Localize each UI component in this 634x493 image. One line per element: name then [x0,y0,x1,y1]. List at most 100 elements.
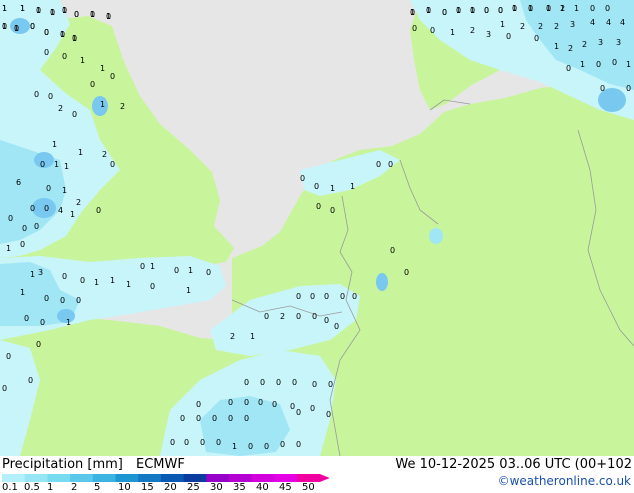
value-label: 0 [590,4,595,13]
value-label: 2 [58,104,63,113]
value-label: 0 [430,26,435,35]
value-label: 0 [34,222,39,231]
value-label: 1 [36,6,41,15]
value-label: 4 [620,18,625,27]
colorbar-segment [2,474,26,482]
colorbar-arrow [319,474,330,482]
value-label: 0 [34,90,39,99]
colorbar-segment [138,474,162,482]
colorbar-tick-label: 1 [47,482,54,493]
value-label: 0 [324,316,329,325]
model-name: ECMWF [136,457,185,472]
colorbar-tick-label: 10 [118,482,131,493]
value-label: 0 [28,376,33,385]
value-label: 0 [272,400,277,409]
value-label: 0 [260,378,265,387]
value-label: 0 [258,398,263,407]
value-label: 1 [72,34,77,43]
value-label: 0 [20,240,25,249]
value-label: 0 [196,414,201,423]
value-label: 1 [232,442,237,451]
value-label: 0 [512,4,517,13]
value-label: 0 [546,4,551,13]
value-label: 1 [106,12,111,21]
value-label: 0 [140,262,145,271]
value-label: 0 [340,292,345,301]
value-label: 1 [500,20,505,29]
colorbar-segment [115,474,139,482]
value-label: 1 [2,4,7,13]
value-label: 0 [376,160,381,169]
value-label: 0 [352,292,357,301]
value-label: 2 [120,102,125,111]
colorbar-tick-label: 40 [256,482,269,493]
value-label: 1 [14,24,19,33]
colorbar-segment [70,474,94,482]
value-label: 0 [40,318,45,327]
value-label: 0 [404,268,409,277]
value-label: 0 [110,160,115,169]
credit-link[interactable]: ©weatheronline.co.uk [498,474,631,488]
value-label: 2 [554,22,559,31]
value-label: 0 [296,408,301,417]
value-label: 0 [212,414,217,423]
value-label: 0 [60,296,65,305]
value-label: 0 [62,52,67,61]
value-label: 1 [70,210,75,219]
value-label: 1 [410,8,415,17]
value-label: 1 [554,42,559,51]
value-label: 3 [38,268,43,277]
value-label: 0 [196,400,201,409]
value-label: 0 [314,182,319,191]
value-label: 0 [470,6,475,15]
colorbar-tick-label: 30 [210,482,223,493]
value-label: 0 [388,160,393,169]
value-label: 0 [296,440,301,449]
value-label: 0 [174,266,179,275]
value-label: 0 [48,92,53,101]
value-label: 0 [292,378,297,387]
value-label: 0 [442,8,447,17]
value-label: 0 [596,60,601,69]
value-label: 0 [312,380,317,389]
value-label: 0 [44,48,49,57]
value-label: 1 [110,276,115,285]
value-label: 1 [62,6,67,15]
value-label: 0 [44,28,49,37]
valid-datetime: We 10-12-2025 03..06 UTC (00+102 [395,457,632,472]
value-label: 0 [280,440,285,449]
value-label: 1 [560,4,565,13]
value-label: 0 [80,276,85,285]
map-footer: Precipitation [mm] ECMWF We 10-12-2025 0… [0,456,634,493]
value-label: 1 [20,4,25,13]
value-label: 0 [412,24,417,33]
value-label: 1 [350,182,355,191]
value-label: 0 [228,398,233,407]
value-label: 1 [80,56,85,65]
value-label: 0 [600,84,605,93]
value-label: 1 [450,28,455,37]
value-label: 2 [230,332,235,341]
value-label: 0 [24,314,29,323]
value-label: 4 [606,18,611,27]
value-label: 1 [62,186,67,195]
colorbar-segment [297,474,321,482]
value-label: 0 [498,6,503,15]
value-label: 6 [16,178,21,187]
value-label: 0 [566,64,571,73]
value-label: 0 [62,272,67,281]
value-label: 1 [52,140,57,149]
value-label: 0 [290,402,295,411]
colorbar-tick-label: 50 [302,482,315,493]
value-label: 1 [626,60,631,69]
value-label: 1 [2,22,7,31]
colorbar-tick-label: 45 [279,482,292,493]
value-label: 0 [276,378,281,387]
colorbar-tick-label: 2 [71,482,78,493]
value-label: 2 [470,26,475,35]
value-label: 0 [184,438,189,447]
value-label: 0 [264,442,269,451]
value-label: 2 [520,22,525,31]
value-label: 1 [100,100,105,109]
value-label: 1 [90,10,95,19]
